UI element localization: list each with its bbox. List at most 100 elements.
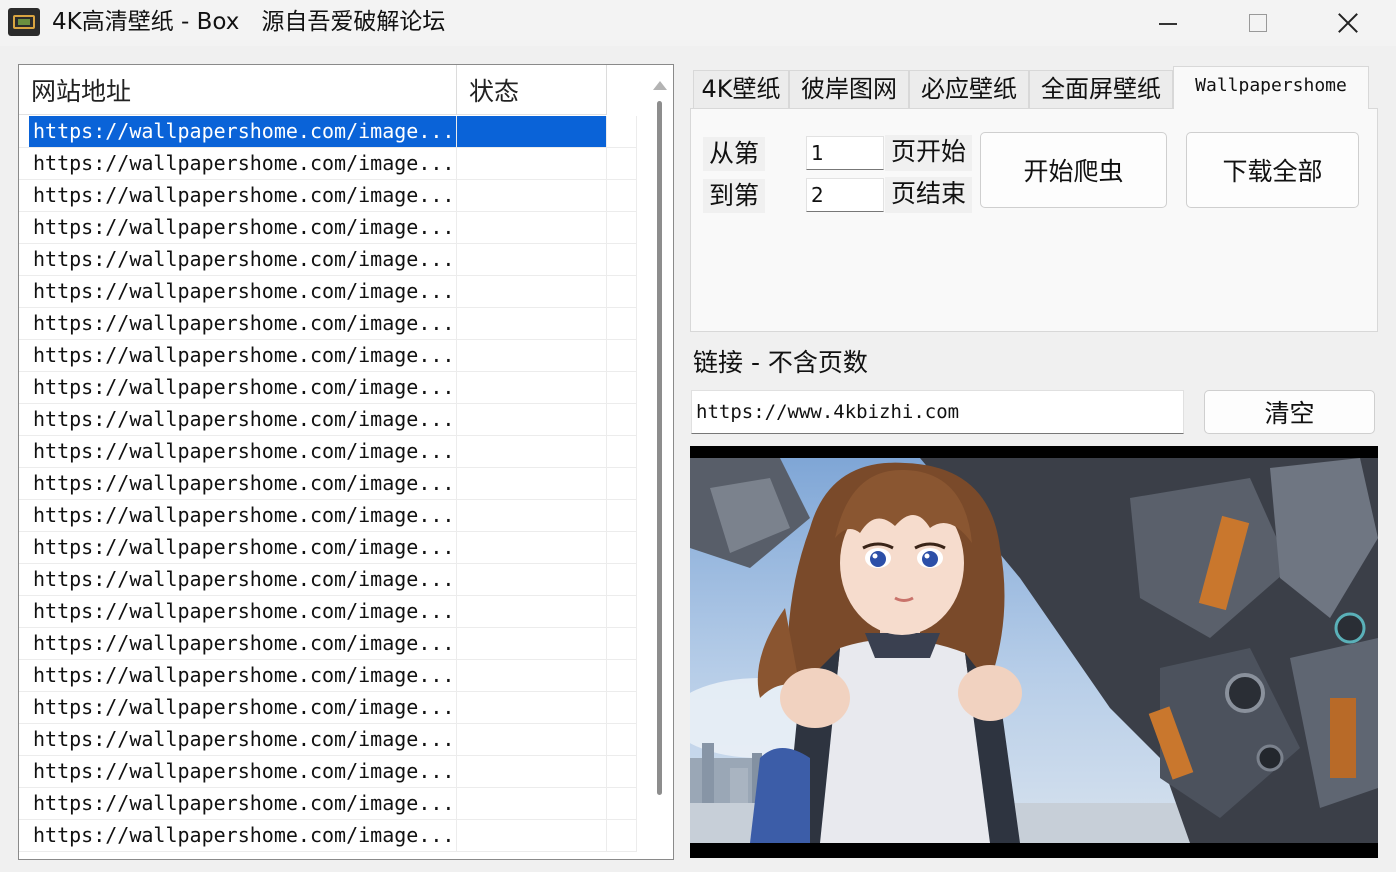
row-status-cell (457, 596, 607, 627)
row-status-cell (457, 116, 607, 147)
row-url-cell: https://wallpapershome.com/image... (19, 788, 457, 819)
start-crawl-button[interactable]: 开始爬虫 (980, 132, 1167, 208)
row-filler-cell (607, 692, 637, 723)
table-row[interactable]: https://wallpapershome.com/image... (19, 212, 637, 244)
wallpaper-preview (690, 446, 1378, 858)
row-filler-cell (607, 276, 637, 307)
maximize-button[interactable] (1213, 0, 1303, 46)
row-url-cell: https://wallpapershome.com/image... (19, 820, 457, 851)
table-row[interactable]: https://wallpapershome.com/image... (19, 532, 637, 564)
table-row[interactable]: https://wallpapershome.com/image... (19, 308, 637, 340)
row-url-cell: https://wallpapershome.com/image... (19, 500, 457, 531)
app-icon (8, 8, 40, 36)
scroll-thumb[interactable] (657, 101, 662, 795)
wallpaper-preview-image (690, 458, 1378, 843)
table-row[interactable]: https://wallpapershome.com/image... (19, 692, 637, 724)
row-url-cell: https://wallpapershome.com/image... (19, 596, 457, 627)
row-url-cell: https://wallpapershome.com/image... (19, 148, 457, 179)
from-page-input[interactable] (806, 136, 884, 170)
row-status-cell (457, 404, 607, 435)
table-row[interactable]: https://wallpapershome.com/image... (19, 468, 637, 500)
table-row[interactable]: https://wallpapershome.com/image... (19, 500, 637, 532)
table-row[interactable]: https://wallpapershome.com/image... (19, 660, 637, 692)
row-url-cell: https://wallpapershome.com/image... (19, 692, 457, 723)
tab-bing-wallpaper[interactable]: 必应壁纸 (909, 70, 1029, 108)
anime-mecha-illustration (690, 458, 1378, 843)
table-row[interactable]: https://wallpapershome.com/image... (19, 276, 637, 308)
row-filler-cell (607, 596, 637, 627)
row-status-cell (457, 724, 607, 755)
minimize-button[interactable] (1123, 0, 1213, 46)
table-row[interactable]: https://wallpapershome.com/image... (19, 628, 637, 660)
link-url-input[interactable] (691, 390, 1184, 434)
close-button[interactable] (1303, 0, 1393, 46)
row-filler-cell (607, 372, 637, 403)
row-filler-cell (607, 180, 637, 211)
tab-4k-wallpaper[interactable]: 4K壁纸 (693, 70, 789, 108)
clear-button[interactable]: 清空 (1204, 390, 1375, 434)
row-url-cell: https://wallpapershome.com/image... (19, 340, 457, 371)
title-bar: 4K高清壁纸 - Box 源自吾爱破解论坛 (0, 0, 1396, 46)
table-row[interactable]: https://wallpapershome.com/image... (19, 724, 637, 756)
row-status-cell (457, 436, 607, 467)
table-row[interactable]: https://wallpapershome.com/image... (19, 244, 637, 276)
url-list-view[interactable]: 网站地址 状态 https://wallpapershome.com/image… (18, 64, 674, 860)
close-icon (1337, 12, 1359, 34)
table-row[interactable]: https://wallpapershome.com/image... (19, 340, 637, 372)
link-label: 链接 - 不含页数 (693, 348, 868, 377)
scroll-up-arrow-icon[interactable] (653, 81, 667, 90)
row-url-cell: https://wallpapershome.com/image... (29, 116, 457, 147)
row-url-cell: https://wallpapershome.com/image... (19, 212, 457, 243)
table-row[interactable]: https://wallpapershome.com/image... (19, 564, 637, 596)
row-url-cell: https://wallpapershome.com/image... (19, 276, 457, 307)
row-filler-cell (607, 756, 637, 787)
table-row[interactable]: https://wallpapershome.com/image... (19, 788, 637, 820)
to-page-input[interactable] (806, 178, 884, 212)
row-status-cell (457, 756, 607, 787)
vertical-scrollbar[interactable] (645, 65, 673, 859)
table-row[interactable]: https://wallpapershome.com/image... (19, 116, 637, 148)
table-row[interactable]: https://wallpapershome.com/image... (19, 180, 637, 212)
row-status-cell (457, 276, 607, 307)
row-filler-cell (607, 788, 637, 819)
column-header-url[interactable]: 网站地址 (19, 65, 457, 115)
row-filler-cell (607, 500, 637, 531)
row-filler-cell (607, 436, 637, 467)
row-filler-cell (607, 212, 637, 243)
row-status-cell (457, 212, 607, 243)
list-rows: https://wallpapershome.com/image... https… (19, 116, 637, 852)
to-page-label: 到第 (703, 179, 766, 213)
table-row[interactable]: https://wallpapershome.com/image... (19, 372, 637, 404)
tab-bian-tuwang[interactable]: 彼岸图网 (789, 70, 909, 108)
table-row[interactable]: https://wallpapershome.com/image... (19, 596, 637, 628)
row-url-cell: https://wallpapershome.com/image... (19, 724, 457, 755)
tab-wallpapershome[interactable]: Wallpapershome (1173, 66, 1369, 109)
row-filler-cell (607, 532, 637, 563)
table-row[interactable]: https://wallpapershome.com/image... (19, 148, 637, 180)
table-row[interactable]: https://wallpapershome.com/image... (19, 404, 637, 436)
row-status-cell (457, 532, 607, 563)
table-row[interactable]: https://wallpapershome.com/image... (19, 820, 637, 852)
table-row[interactable]: https://wallpapershome.com/image... (19, 436, 637, 468)
row-url-cell: https://wallpapershome.com/image... (19, 372, 457, 403)
minimize-icon (1159, 23, 1177, 25)
maximize-icon (1249, 14, 1267, 32)
row-status-cell (457, 340, 607, 371)
column-header-status[interactable]: 状态 (457, 65, 607, 115)
row-status-cell (457, 148, 607, 179)
list-header: 网站地址 状态 (19, 65, 607, 115)
row-status-cell (457, 180, 607, 211)
row-status-cell (457, 692, 607, 723)
row-filler-cell (607, 244, 637, 275)
row-url-cell: https://wallpapershome.com/image... (19, 468, 457, 499)
row-status-cell (457, 244, 607, 275)
row-status-cell (457, 372, 607, 403)
row-filler-cell (607, 660, 637, 691)
row-url-cell: https://wallpapershome.com/image... (19, 404, 457, 435)
row-filler-cell (607, 308, 637, 339)
table-row[interactable]: https://wallpapershome.com/image... (19, 756, 637, 788)
row-filler-cell (607, 468, 637, 499)
row-filler-cell (607, 340, 637, 371)
tab-fullscreen-wallpaper[interactable]: 全面屏壁纸 (1029, 70, 1173, 108)
download-all-button[interactable]: 下载全部 (1186, 132, 1359, 208)
